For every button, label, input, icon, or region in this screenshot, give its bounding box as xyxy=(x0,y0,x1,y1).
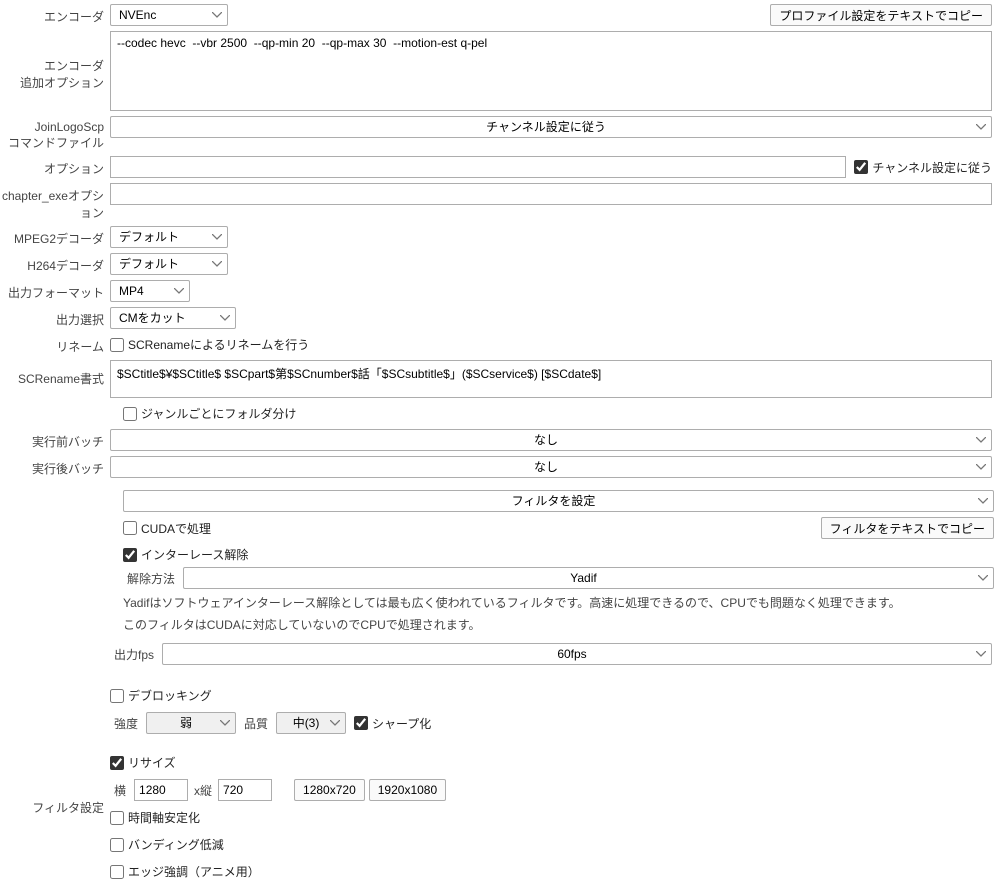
banding-checkbox[interactable] xyxy=(110,838,124,852)
rename-label: リネーム xyxy=(0,334,110,355)
filter-set-select[interactable]: フィルタを設定 xyxy=(123,490,994,512)
temporal-label: 時間軸安定化 xyxy=(128,809,200,826)
preset-720-button[interactable]: 1280x720 xyxy=(294,779,365,801)
edge-label: エッジ強調（アニメ用） xyxy=(128,863,260,880)
outfmt-label: 出力フォーマット xyxy=(0,280,110,301)
temporal-checkbox[interactable] xyxy=(110,811,124,825)
jls-opt-channel-label: チャンネル設定に従う xyxy=(872,159,992,176)
filter-section-label: フィルタ設定 xyxy=(0,709,110,816)
filter-desc-1: Yadifはソフトウェアインターレース解除としては最も広く使われているフィルタで… xyxy=(123,594,901,611)
banding-label: バンディング低減 xyxy=(128,836,224,853)
scfmt-textarea[interactable]: $SCtitle$¥$SCtitle$ $SCpart$第$SCnumber$話… xyxy=(110,360,992,398)
deint-label: インターレース解除 xyxy=(141,546,248,563)
sharpen-label: シャープ化 xyxy=(372,715,431,732)
scfmt-label: SCRename書式 xyxy=(0,360,110,387)
resize-label: リサイズ xyxy=(128,754,176,771)
copy-profile-button[interactable]: プロファイル設定をテキストでコピー xyxy=(770,4,992,26)
outfps-label: 出力fps xyxy=(110,646,158,663)
h264-label: H264デコーダ xyxy=(0,253,110,274)
genre-folder-checkbox[interactable] xyxy=(123,407,137,421)
jls-opt-channel-checkbox[interactable] xyxy=(854,160,868,174)
encoder-label: エンコーダ xyxy=(0,4,110,25)
cuda-label: CUDAで処理 xyxy=(141,520,211,537)
quality-label: 品質 xyxy=(240,715,272,732)
deblock-label: デブロッキング xyxy=(128,687,212,704)
prebatch-select[interactable]: なし xyxy=(110,429,992,451)
jls-cmd-select[interactable]: チャンネル設定に従う xyxy=(110,116,992,138)
rename-chk-label: SCRenameによるリネームを行う xyxy=(128,336,309,353)
deint-method-select[interactable]: Yadif xyxy=(183,567,994,589)
chapter-exe-label: chapter_exeオプション xyxy=(0,183,110,221)
width-label: 横 xyxy=(110,782,130,799)
encoder-opts-textarea[interactable]: --codec hevc --vbr 2500 --qp-min 20 --qp… xyxy=(110,31,992,111)
edge-checkbox[interactable] xyxy=(110,865,124,879)
jls-opt-input[interactable] xyxy=(110,156,846,178)
outsel-label: 出力選択 xyxy=(0,307,110,328)
cuda-checkbox[interactable] xyxy=(123,521,137,535)
rename-checkbox[interactable] xyxy=(110,338,124,352)
postbatch-label: 実行後バッチ xyxy=(0,456,110,477)
outfmt-select[interactable]: MP4 xyxy=(110,280,190,302)
jls-cmd-label: JoinLogoScp コマンドファイル xyxy=(0,116,110,151)
copy-filter-button[interactable]: フィルタをテキストでコピー xyxy=(821,517,994,539)
mpeg2-label: MPEG2デコーダ xyxy=(0,226,110,247)
prebatch-label: 実行前バッチ xyxy=(0,429,110,450)
width-input[interactable] xyxy=(134,779,188,801)
postbatch-select[interactable]: なし xyxy=(110,456,992,478)
filter-desc-2: このフィルタはCUDAに対応していないのでCPUで処理されます。 xyxy=(123,616,481,633)
mpeg2-select[interactable]: デフォルト xyxy=(110,226,228,248)
h264-select[interactable]: デフォルト xyxy=(110,253,228,275)
encoder-opts-label: エンコーダ 追加オプション xyxy=(0,31,110,91)
jls-opt-label: オプション xyxy=(0,156,110,177)
encoder-select[interactable]: NVEnc xyxy=(110,4,228,26)
strength-select[interactable]: 弱 xyxy=(146,712,236,734)
outsel-select[interactable]: CMをカット xyxy=(110,307,236,329)
sharpen-checkbox[interactable] xyxy=(354,716,368,730)
deint-method-label: 解除方法 xyxy=(123,570,179,587)
preset-1080-button[interactable]: 1920x1080 xyxy=(369,779,446,801)
resize-checkbox[interactable] xyxy=(110,756,124,770)
strength-label: 強度 xyxy=(110,715,142,732)
height-label: x縦 xyxy=(192,782,214,799)
outfps-select[interactable]: 60fps xyxy=(162,643,992,665)
chapter-exe-input[interactable] xyxy=(110,183,992,205)
genre-folder-label: ジャンルごとにフォルダ分け xyxy=(141,405,296,422)
height-input[interactable] xyxy=(218,779,272,801)
quality-select[interactable]: 中(3) xyxy=(276,712,346,734)
deint-checkbox[interactable] xyxy=(123,548,137,562)
deblock-checkbox[interactable] xyxy=(110,689,124,703)
